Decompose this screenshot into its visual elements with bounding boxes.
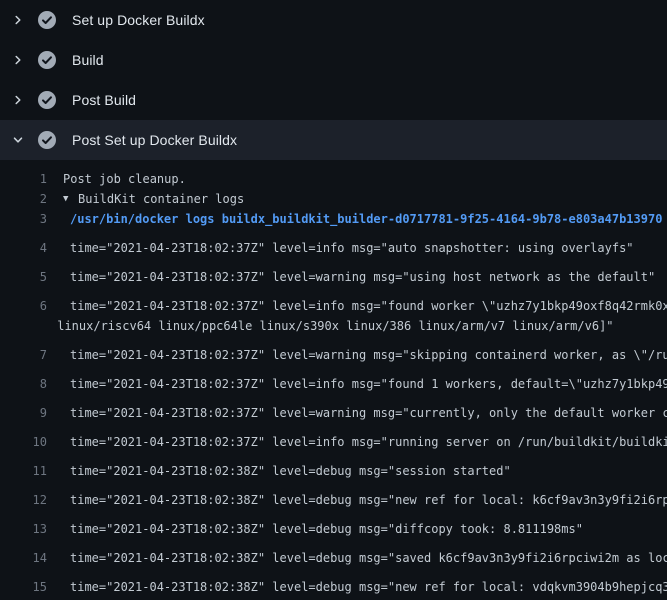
log-line: 9 time="2021-04-23T18:02:37Z" level=warn… xyxy=(0,394,667,423)
steps-list: Set up Docker Buildx Build Post Build Po… xyxy=(0,0,667,160)
line-text: time="2021-04-23T18:02:38Z" level=debug … xyxy=(70,548,667,568)
line-number[interactable]: 4 xyxy=(0,238,47,258)
check-circle-icon xyxy=(38,91,56,109)
line-number[interactable]: 13 xyxy=(0,519,47,539)
line-number[interactable]: 9 xyxy=(0,403,47,423)
log-line: 4 time="2021-04-23T18:02:37Z" level=info… xyxy=(0,229,667,258)
step-title: Post Build xyxy=(72,92,136,108)
log-line: 14 time="2021-04-23T18:02:38Z" level=deb… xyxy=(0,539,667,568)
log-line: 6 time="2021-04-23T18:02:37Z" level=info… xyxy=(0,287,667,316)
log-line: 5 time="2021-04-23T18:02:37Z" level=warn… xyxy=(0,258,667,287)
line-number[interactable]: 11 xyxy=(0,461,47,481)
line-text: linux/riscv64 linux/ppc64le linux/s390x … xyxy=(50,316,614,336)
line-number[interactable]: 5 xyxy=(0,267,47,287)
chevron-down-icon xyxy=(13,135,23,145)
log-line: 15 time="2021-04-23T18:02:38Z" level=deb… xyxy=(0,568,667,597)
line-number[interactable]: 1 xyxy=(0,169,47,189)
line-number[interactable]: 14 xyxy=(0,548,47,568)
actions-log-viewer: Set up Docker Buildx Build Post Build Po… xyxy=(0,0,667,600)
step-row[interactable]: Post Set up Docker Buildx xyxy=(0,120,667,160)
line-text: time="2021-04-23T18:02:37Z" level=info m… xyxy=(70,296,667,316)
log-line: 2 ▼ BuildKit container logs xyxy=(0,189,667,209)
disclosure-triangle-icon[interactable]: ▼ xyxy=(63,189,78,209)
line-text: time="2021-04-23T18:02:37Z" level=warnin… xyxy=(70,345,667,365)
line-number[interactable]: 12 xyxy=(0,490,47,510)
line-text: time="2021-04-23T18:02:37Z" level=warnin… xyxy=(70,403,667,423)
chevron-right-icon xyxy=(13,55,23,65)
check-circle-icon xyxy=(38,131,56,149)
line-text: /usr/bin/docker logs buildx_buildkit_bui… xyxy=(70,209,662,229)
step-row[interactable]: Build xyxy=(0,40,667,80)
log-line: 3 /usr/bin/docker logs buildx_buildkit_b… xyxy=(0,209,667,229)
step-title: Set up Docker Buildx xyxy=(72,12,205,28)
line-number[interactable]: 15 xyxy=(0,577,47,597)
log-line: 7 time="2021-04-23T18:02:37Z" level=warn… xyxy=(0,336,667,365)
line-number[interactable]: 3 xyxy=(0,209,47,229)
line-text: time="2021-04-23T18:02:37Z" level=info m… xyxy=(70,432,667,452)
line-text: time="2021-04-23T18:02:37Z" level=info m… xyxy=(70,374,667,394)
log-line: 8 time="2021-04-23T18:02:37Z" level=info… xyxy=(0,365,667,394)
log-line: 13 time="2021-04-23T18:02:38Z" level=deb… xyxy=(0,510,667,539)
line-text: Post job cleanup. xyxy=(63,169,186,189)
step-title: Build xyxy=(72,52,104,68)
log-line: linux/riscv64 linux/ppc64le linux/s390x … xyxy=(0,316,667,336)
line-number[interactable]: 10 xyxy=(0,432,47,452)
check-circle-icon xyxy=(38,51,56,69)
chevron-right-icon xyxy=(13,95,23,105)
line-number[interactable]: 7 xyxy=(0,345,47,365)
line-number[interactable]: 8 xyxy=(0,374,47,394)
log-line: 1 Post job cleanup. xyxy=(0,169,667,189)
chevron-right-icon xyxy=(13,15,23,25)
log-line: 10 time="2021-04-23T18:02:37Z" level=inf… xyxy=(0,423,667,452)
line-text: time="2021-04-23T18:02:38Z" level=debug … xyxy=(70,461,511,481)
line-number[interactable]: 2 xyxy=(0,189,47,209)
step-row[interactable]: Set up Docker Buildx xyxy=(0,0,667,40)
step-title: Post Set up Docker Buildx xyxy=(72,132,237,148)
log-line: 11 time="2021-04-23T18:02:38Z" level=deb… xyxy=(0,452,667,481)
line-text: time="2021-04-23T18:02:38Z" level=debug … xyxy=(70,490,667,510)
line-number[interactable]: 6 xyxy=(0,296,47,316)
line-text: BuildKit container logs xyxy=(78,189,244,209)
line-text: time="2021-04-23T18:02:38Z" level=debug … xyxy=(70,577,667,597)
log-panel: 1 Post job cleanup. 2 ▼ BuildKit contain… xyxy=(0,160,667,600)
line-text: time="2021-04-23T18:02:37Z" level=info m… xyxy=(70,238,634,258)
step-row[interactable]: Post Build xyxy=(0,80,667,120)
check-circle-icon xyxy=(38,11,56,29)
line-text: time="2021-04-23T18:02:38Z" level=debug … xyxy=(70,519,583,539)
line-text: time="2021-04-23T18:02:37Z" level=warnin… xyxy=(70,267,655,287)
log-line: 12 time="2021-04-23T18:02:38Z" level=deb… xyxy=(0,481,667,510)
